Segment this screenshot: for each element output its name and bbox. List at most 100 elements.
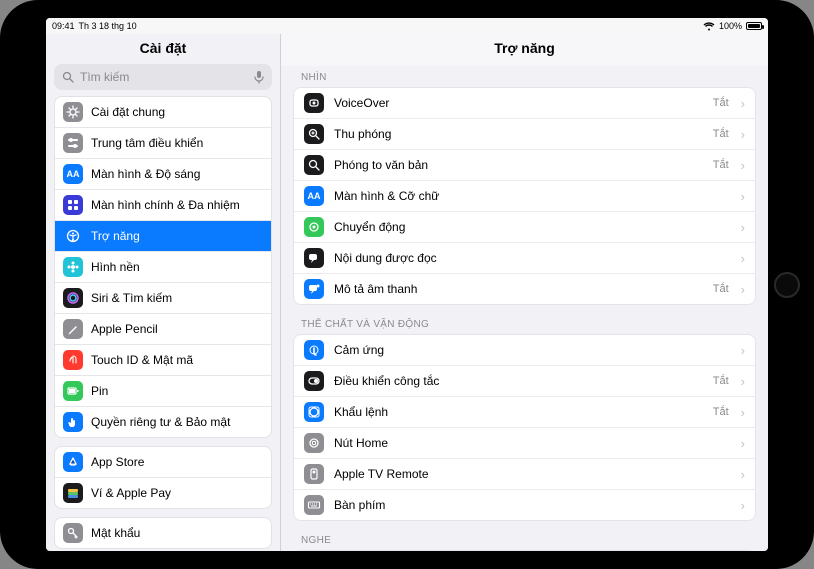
detail-row-voice-ctrl[interactable]: Khẩu lệnhTắt› — [294, 397, 755, 428]
sidebar-item-label: Apple Pencil — [91, 322, 158, 336]
sidebar-item-wallet[interactable]: Ví & Apple Pay — [55, 478, 271, 508]
detail-row-status: Tắt — [713, 375, 729, 387]
detail-row-label: Phóng to văn bản — [334, 158, 703, 172]
detail-row-text-size[interactable]: AAMàn hình & Cỡ chữ› — [294, 181, 755, 212]
voice-icon — [304, 402, 324, 422]
detail-row-switch[interactable]: Điều khiển công tắc Tắt › — [294, 366, 755, 397]
sidebar-item-siri[interactable]: Siri & Tìm kiếm — [55, 283, 271, 314]
detail-row-touch[interactable]: Cảm ứng › — [294, 335, 755, 366]
detail-row-keyboard[interactable]: Bàn phím › — [294, 490, 755, 520]
remote-icon — [304, 464, 324, 484]
batt-icon — [63, 381, 83, 401]
sidebar-item-pencil[interactable]: Apple Pencil — [55, 314, 271, 345]
detail-row-status: Tắt — [713, 128, 729, 140]
siri-icon — [63, 288, 83, 308]
detail-row-label: VoiceOver — [334, 96, 703, 110]
sidebar-item-general[interactable]: Cài đặt chung — [55, 97, 271, 128]
sidebar-group: Cài đặt chung Trung tâm điều khiển AAMàn h… — [54, 96, 272, 438]
switches-icon — [63, 133, 83, 153]
status-time: 09:41 — [52, 21, 75, 31]
detail-row-label: Bàn phím — [334, 498, 729, 512]
detail-row-tv-remote[interactable]: Apple TV Remote › — [294, 459, 755, 490]
mag-icon — [304, 155, 324, 175]
detail-row-label: Nội dung được đọc — [334, 251, 729, 265]
sidebar-item-battery[interactable]: Pin — [55, 376, 271, 407]
chevron-right-icon: › — [739, 127, 745, 142]
detail-row-voiceover[interactable]: VoiceOverTắt› — [294, 88, 755, 119]
detail-group: Cảm ứng›Điều khiển công tắcTắt›Khẩu lệnh… — [293, 334, 756, 521]
status-date: Th 3 18 thg 10 — [79, 21, 137, 31]
chevron-right-icon: › — [739, 467, 745, 482]
home-button-hardware[interactable] — [774, 272, 800, 298]
sidebar-item-control-center[interactable]: Trung tâm điều khiển — [55, 128, 271, 159]
ipad-frame: 09:41 Th 3 18 thg 10 100% Cài đặt — [0, 0, 814, 569]
chevron-right-icon: › — [739, 374, 745, 389]
chevron-right-icon: › — [739, 405, 745, 420]
sidebar-group: Mật khẩu — [54, 517, 272, 549]
detail-row-motion[interactable]: Chuyển động› — [294, 212, 755, 243]
detail-row-label: Nút Home — [334, 436, 729, 450]
detail-row-label: Khẩu lệnh — [334, 405, 703, 419]
speech-icon — [304, 248, 324, 268]
screen: 09:41 Th 3 18 thg 10 100% Cài đặt — [46, 18, 768, 551]
touch-icon — [304, 340, 324, 360]
sidebar-list[interactable]: Cài đặt chung Trung tâm điều khiển AAMàn h… — [46, 96, 280, 551]
sidebar-item-label: Ví & Apple Pay — [91, 486, 171, 500]
gear-icon — [63, 102, 83, 122]
mic-icon[interactable] — [254, 70, 264, 84]
detail-row-audio-desc[interactable]: Mô tả âm thanhTắt› — [294, 274, 755, 304]
detail-row-status: Tắt — [713, 159, 729, 171]
detail-row-spoken[interactable]: Nội dung được đọc› — [294, 243, 755, 274]
search-input[interactable] — [80, 70, 248, 84]
search-field[interactable] — [54, 64, 272, 90]
sidebar-item-label: Quyền riêng tư & Bảo mật — [91, 415, 230, 429]
home-icon — [304, 433, 324, 453]
sidebar-item-label: Pin — [91, 384, 108, 398]
pencil-icon — [63, 319, 83, 339]
chevron-right-icon: › — [739, 343, 745, 358]
flower-icon — [63, 257, 83, 277]
chevron-right-icon: › — [739, 498, 745, 513]
hand-icon — [63, 412, 83, 432]
split-content: Cài đặt Cài đặt chungTrung tâm điều khiể… — [46, 34, 768, 551]
sidebar-item-passwords[interactable]: Mật khẩu — [55, 518, 271, 548]
chevron-right-icon: › — [739, 282, 745, 297]
astore-icon — [63, 452, 83, 472]
sidebar-item-label: Cài đặt chung — [91, 105, 165, 119]
sidebar-item-home-screen[interactable]: Màn hình chính & Đa nhiệm — [55, 190, 271, 221]
chevron-right-icon: › — [739, 158, 745, 173]
sidebar-item-label: Mật khẩu — [91, 526, 140, 540]
wallet-icon — [63, 483, 83, 503]
chevron-right-icon: › — [739, 96, 745, 111]
sidebar-item-label: Touch ID & Mật mã — [91, 353, 193, 367]
sidebar-item-appstore[interactable]: App Store — [55, 447, 271, 478]
detail-row-status: Tắt — [713, 283, 729, 295]
sidebar-item-label: Màn hình chính & Đa nhiệm — [91, 198, 240, 212]
detail-row-magnifier[interactable]: Phóng to văn bản Tắt › — [294, 150, 755, 181]
sidebar-item-label: Màn hình & Độ sáng — [91, 167, 200, 181]
motion-icon — [304, 217, 324, 237]
detail-row-home-button[interactable]: Nút Home› — [294, 428, 755, 459]
sidebar-item-label: App Store — [91, 455, 144, 469]
battery-percent: 100% — [719, 21, 742, 31]
sidebar-item-label: Trung tâm điều khiển — [91, 136, 203, 150]
detail-list[interactable]: NHÌNVoiceOverTắt›Thu phóngTắt›Phóng to v… — [281, 66, 768, 551]
sidebar-group: App Store Ví & Apple Pay — [54, 446, 272, 509]
sidebar-item-touchid[interactable]: Touch ID & Mật mã — [55, 345, 271, 376]
sidebar-item-accessibility[interactable]: Trợ năng — [55, 221, 271, 252]
detail-row-label: Điều khiển công tắc — [334, 374, 703, 388]
key-icon — [63, 523, 83, 543]
detail-row-label: Apple TV Remote — [334, 467, 729, 481]
grid-icon — [63, 195, 83, 215]
search-icon — [62, 71, 74, 83]
detail-row-label: Cảm ứng — [334, 343, 729, 357]
section-header: THỂ CHẤT VÀ VẬN ĐỘNG — [293, 305, 756, 334]
wifi-icon — [703, 22, 715, 31]
detail-row-zoom[interactable]: Thu phóngTắt› — [294, 119, 755, 150]
adesc-icon — [304, 279, 324, 299]
sidebar-item-display[interactable]: AAMàn hình & Độ sáng — [55, 159, 271, 190]
finger-icon — [63, 350, 83, 370]
sidebar-item-privacy[interactable]: Quyền riêng tư & Bảo mật — [55, 407, 271, 437]
sidebar-item-wallpaper[interactable]: Hình nền — [55, 252, 271, 283]
switch-icon — [304, 371, 324, 391]
